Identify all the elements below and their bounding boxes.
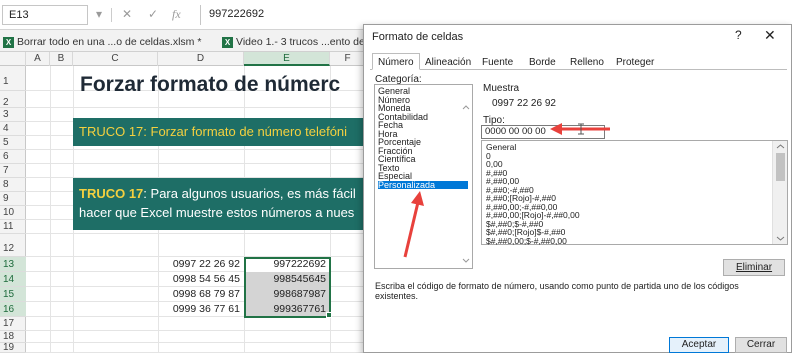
gridline	[26, 149, 366, 150]
enter-icon[interactable]: ✓	[148, 7, 158, 21]
truco-line-2: hacer que Excel muestre estos números a …	[79, 205, 355, 220]
format-code-item[interactable]: General	[486, 143, 516, 152]
close-button[interactable]: Cerrar	[735, 337, 787, 353]
select-all-corner[interactable]	[0, 52, 26, 66]
column-header-c[interactable]: C	[73, 52, 158, 66]
cell-d16[interactable]: 0999 36 77 61	[158, 302, 244, 317]
format-code-item[interactable]: $#,##0;[Rojo]$-#,##0	[486, 228, 565, 237]
tab-fuente[interactable]: Fuente	[476, 53, 519, 70]
sample-value: 0997 22 26 92	[492, 98, 556, 109]
gridline	[50, 66, 51, 353]
column-header-a[interactable]: A	[26, 52, 50, 66]
annotation-arrow-icon	[403, 191, 424, 258]
truco-description: TRUCO 17: Para algunos usuarios, es más …	[73, 178, 365, 230]
annotation-arrow-icon	[550, 123, 610, 135]
row-header-11[interactable]: 11	[0, 220, 26, 234]
row-header-15[interactable]: 15	[0, 287, 26, 302]
row-header-9[interactable]: 9	[0, 192, 26, 206]
gridline	[26, 233, 366, 234]
gridline	[26, 107, 366, 108]
cell-d13[interactable]: 0997 22 26 92	[158, 257, 244, 272]
row-header-6[interactable]: 6	[0, 150, 26, 164]
row-header-13[interactable]: 13	[0, 257, 26, 272]
excel-file-icon: X	[3, 36, 14, 48]
format-cells-dialog: Formato de celdas ? ✕ Número Alineación …	[363, 24, 792, 353]
cancel-icon[interactable]: ✕	[122, 7, 132, 21]
selection-range	[244, 257, 331, 318]
gridline	[26, 342, 366, 343]
row-header-7[interactable]: 7	[0, 164, 26, 178]
tab-alineacion[interactable]: Alineación	[419, 53, 477, 70]
column-header-f[interactable]: F	[330, 52, 366, 66]
workbook-tab-2[interactable]: X Video 1.- 3 trucos ...ento de	[222, 34, 365, 50]
excel-file-icon: X	[222, 36, 233, 48]
format-code-item[interactable]: #,##0,00;[Rojo]-#,##0,00	[486, 211, 580, 220]
row-header-12[interactable]: 12	[0, 234, 26, 257]
row-header-14[interactable]: 14	[0, 272, 26, 287]
row-header-8[interactable]: 8	[0, 178, 26, 192]
workbook-tab-label: Video 1.- 3 trucos ...ento de	[236, 36, 365, 48]
tab-numero[interactable]: Número	[372, 53, 420, 70]
format-code-item[interactable]: #,##0;[Rojo]-#,##0	[486, 194, 556, 203]
gridline	[26, 163, 366, 164]
row-header-17[interactable]: 17	[0, 317, 26, 331]
formula-input[interactable]: 997222692	[200, 5, 380, 25]
truco-bold-label: TRUCO 17	[79, 186, 144, 201]
row-header-10[interactable]: 10	[0, 206, 26, 220]
row-header-5[interactable]: 5	[0, 136, 26, 150]
format-code-item[interactable]: #,##0,00	[486, 177, 519, 186]
close-icon[interactable]: ✕	[764, 27, 776, 44]
fx-icon[interactable]: fx	[172, 7, 181, 22]
tab-relleno[interactable]: Relleno	[564, 53, 610, 70]
row-header-19[interactable]: 19	[0, 343, 26, 353]
divider	[111, 8, 112, 22]
sheet-title: Forzar formato de númerc	[80, 73, 341, 96]
cell-d15[interactable]: 0998 68 79 87	[158, 287, 244, 302]
row-header-3[interactable]: 3	[0, 108, 26, 122]
delete-button[interactable]: Eliminar	[723, 259, 785, 276]
scrollbar-arrows-icon	[776, 144, 785, 241]
help-icon[interactable]: ?	[735, 28, 742, 42]
truco-banner: TRUCO 17: Forzar formato de número telef…	[73, 118, 365, 146]
format-code-item[interactable]: $#,##0,00;$-#,##0,00	[486, 236, 567, 245]
workbook-tab-1[interactable]: X Borrar todo en una ...o de celdas.xlsm …	[3, 34, 201, 50]
column-header-d[interactable]: D	[158, 52, 244, 66]
sample-label: Muestra	[483, 83, 520, 94]
tab-borde[interactable]: Borde	[523, 53, 562, 70]
format-list-scrollbar[interactable]	[772, 141, 787, 244]
column-header-b[interactable]: B	[50, 52, 73, 66]
tab-divider	[370, 69, 787, 70]
accept-button[interactable]: Aceptar	[669, 337, 729, 353]
column-header-e[interactable]: E	[244, 52, 330, 66]
format-description: Escriba el código de formato de número, …	[375, 281, 739, 301]
category-list[interactable]: General Número Moneda Contabilidad Fecha…	[374, 84, 473, 269]
format-code-list[interactable]: General 0 0,00 #,##0 #,##0,00 #,##0;-#,#…	[481, 140, 788, 245]
workbook-tab-label: Borrar todo en una ...o de celdas.xlsm *	[17, 36, 202, 48]
row-header-1[interactable]: 1	[0, 66, 26, 91]
dialog-title: Formato de celdas	[372, 31, 464, 43]
name-box-dropdown-icon[interactable]: ▾	[96, 7, 102, 21]
row-header-16[interactable]: 16	[0, 302, 26, 317]
name-box[interactable]: E13	[2, 5, 88, 25]
row-header-4[interactable]: 4	[0, 122, 26, 136]
tab-proteger[interactable]: Proteger	[610, 53, 660, 70]
format-code-item[interactable]: 0,00	[486, 160, 503, 169]
cell-d14[interactable]: 0998 54 56 45	[158, 272, 244, 287]
fill-handle[interactable]	[326, 312, 332, 318]
row-header-2[interactable]: 2	[0, 91, 26, 108]
truco-line-1: : Para algunos usuarios, es más fácil	[143, 186, 356, 201]
column-header: A B C D E F	[0, 52, 366, 66]
delete-button-label: Eliminar	[735, 262, 773, 273]
gridline	[26, 330, 366, 331]
